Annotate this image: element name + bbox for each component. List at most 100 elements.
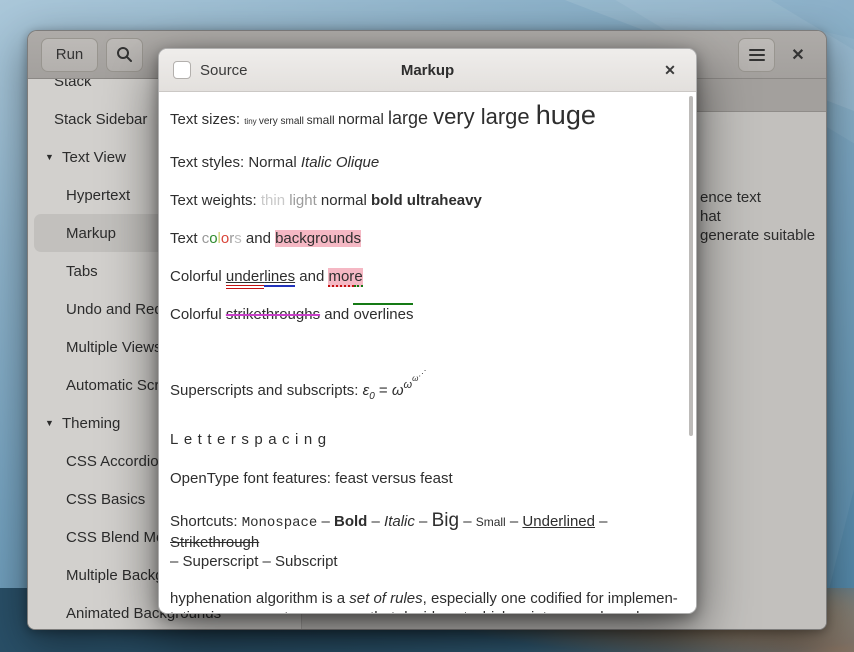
markup-segment: – Superscript – Subscript [170,553,338,570]
markup-segment: ultraheavy [407,192,482,209]
markup-line-shortcuts: Shortcuts: Monospace – Bold – Italic – B… [170,511,678,571]
markup-segment: o [221,230,229,247]
background-text-fragment: ence text [700,188,815,207]
markup-segment: OpenType font features: feast versus fea… [170,470,453,487]
sidebar-item-label: Theming [62,415,120,432]
markup-segment: small [307,113,338,127]
markup-line-weights: Text weights: thin light normal bold ult… [170,191,678,210]
background-text-fragment: generate suitable [700,226,815,245]
markup-segment: lines [264,268,295,287]
markup-segment: – [415,513,432,530]
markup-segment: – [459,513,476,530]
markup-segment: Italic [384,513,415,530]
markup-segment: ⋰ [418,369,426,378]
markup-line-hyphen: hyphenation algorithm is a set of rules,… [170,589,678,613]
markup-segment: light [289,192,317,209]
source-toggle[interactable]: Source [173,61,248,79]
markup-line-sizes: Text sizes: tiny very small small normal… [170,106,678,131]
expander-arrow-icon[interactable]: ▼ [45,418,62,428]
sidebar-item-label: Multiple Views [66,339,162,356]
markup-segment: hyphenation algorithm is a [170,590,349,607]
markup-segment: – [317,513,334,530]
markup-line-colors: Text colors and backgrounds [170,229,678,248]
sidebar-item-label: CSS Basics [66,491,145,508]
markup-segment: very large [433,104,536,129]
hamburger-icon [749,49,765,61]
markup-segment: and [320,306,353,323]
markup-segment: Text weights: [170,192,261,209]
markup-segment: and [242,230,275,247]
markup-segment: e [354,268,362,287]
markup-line-lspace: Letterspacing [170,430,678,449]
markup-segment: Big [432,510,459,531]
markup-segment: Monospace [242,515,318,531]
markup-segment: Text styles: Normal [170,154,301,171]
markup-segment: Bold [334,513,367,530]
run-button[interactable]: Run [41,38,98,72]
markup-segment: tiny [244,117,259,126]
markup-segment: very small [259,116,307,127]
sidebar-item-label: CSS Accordion [66,453,167,470]
markup-line-opentype: OpenType font features: feast versus fea… [170,469,678,488]
markup-segment: Italic Olique [301,154,379,171]
markup-segment: thin [261,192,285,209]
markup-segment: – [506,513,523,530]
sidebar-item-label: Markup [66,225,116,242]
search-button[interactable] [106,38,143,72]
expander-arrow-icon[interactable]: ▼ [45,152,62,162]
markup-segment: – [367,513,384,530]
markup-segment: huge [536,100,596,130]
markup-segment: overlines [353,303,413,323]
dialog-close-button[interactable]: ✕ [658,58,682,82]
markup-line-underlines: Colorful underlines and more [170,267,678,286]
markup-segment: tation in a computer program, that decid… [170,609,653,613]
sidebar-item-label: Stack Sidebar [54,111,147,128]
markup-segment: mor [328,268,354,287]
sidebar-item-label: Tabs [66,263,98,280]
markup-segment: ω [392,382,404,399]
markup-segment: normal [317,192,371,209]
menu-button[interactable] [738,38,775,72]
description-text-fragments: ence texthatgenerate suitable [700,188,815,245]
markup-segment: Text [170,230,202,247]
markup-segment: normal [338,111,388,128]
markup-segment: – [595,513,608,530]
markup-textview[interactable]: Text sizes: tiny very small small normal… [159,92,696,613]
markup-line-strikes: Colorful strikethroughs and overlines [170,305,678,324]
background-text-fragment: hat [700,207,815,226]
markup-segment: Text sizes: [170,111,244,128]
window-close-button[interactable]: ✕ [783,40,813,70]
markup-segment: s [234,230,242,247]
markup-segment: Colorful [170,268,226,285]
source-checkbox[interactable] [173,61,191,79]
sidebar-item-label: Undo and Redo [66,301,171,318]
markup-line-styles: Text styles: Normal Italic Olique [170,153,678,172]
dialog-headerbar: Markup Source ✕ [159,49,696,92]
source-label: Source [200,62,248,79]
markup-segment: and [295,268,328,285]
markup-segment: set of rules [349,590,422,607]
markup-segment: Strikethrough [170,534,259,551]
sidebar-item-label: Stack [54,79,92,90]
markup-segment: under [226,268,264,289]
markup-segment: o [209,230,217,247]
sidebar-item-label: Hypertext [66,187,130,204]
markup-line-formula: Superscripts and subscripts: ε0 = ωωω⋰ [170,364,678,406]
markup-segment: , especially one codified for implemen- [423,590,678,607]
markup-segment: strikethroughs [226,306,320,323]
markup-segment: = [375,382,392,399]
sidebar-item-label: Text View [62,149,126,166]
markup-demo-dialog: Markup Source ✕ Text sizes: tiny very sm… [158,48,697,614]
markup-segment: ω [404,379,413,391]
markup-lines: Text sizes: tiny very small small normal… [170,106,678,613]
search-icon [116,46,133,63]
markup-segment: Small [476,515,506,529]
scrollbar-thumb[interactable] [689,96,693,436]
markup-segment: Colorful [170,306,226,323]
markup-segment: Underlined [522,513,595,530]
markup-segment: Superscripts and subscripts: [170,382,363,399]
markup-segment: Shortcuts: [170,513,242,530]
markup-segment: Letterspacing [170,431,332,448]
markup-segment: bold [371,192,403,209]
markup-segment: large [388,108,433,128]
